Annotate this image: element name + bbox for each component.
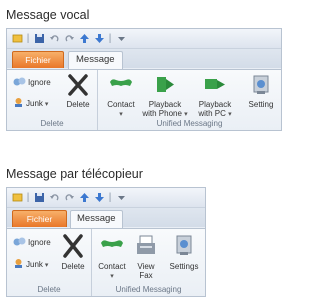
playback-phone-line2: with Phone <box>142 109 182 118</box>
up-arrow-icon[interactable] <box>77 191 91 205</box>
contact-button[interactable]: Contact ▾ <box>95 233 129 281</box>
settings-button[interactable]: Setting <box>241 73 281 109</box>
redo-icon[interactable] <box>62 191 76 205</box>
playback-pc-line2: with PC <box>198 109 226 118</box>
tab-file[interactable]: Fichier <box>12 210 67 227</box>
delete-label: Delete <box>66 100 90 109</box>
playback-phone-line1: Playback <box>148 100 182 109</box>
group-delete: Ignore Junk ▾ Delete Delete <box>7 229 92 296</box>
delete-x-icon <box>62 73 94 99</box>
group-unified-messaging: Contact ▾ Playback with Phone ▾ Playback… <box>98 70 281 130</box>
settings-label: Setting <box>248 100 274 109</box>
app-icon[interactable] <box>10 32 24 46</box>
contact-dropdown-arrow: ▾ <box>110 273 114 280</box>
playback-phone-icon <box>140 73 190 99</box>
ignore-icon <box>13 236 26 249</box>
junk-icon <box>13 258 24 271</box>
playback-phone-button[interactable]: Playback with Phone ▾ <box>140 73 190 119</box>
playback-phone-dropdown-arrow: ▾ <box>184 111 188 118</box>
settings-icon <box>241 73 281 99</box>
app-icon[interactable] <box>10 191 24 205</box>
view-fax-icon <box>131 233 161 261</box>
group-label-delete: Delete <box>40 119 64 128</box>
ignore-button[interactable]: Ignore <box>13 76 51 89</box>
ignore-label: Ignore <box>28 238 51 247</box>
playback-pc-line1: Playback <box>198 100 232 109</box>
save-icon[interactable] <box>32 32 46 46</box>
delete-x-icon <box>57 233 89 261</box>
ribbon-body: Ignore Junk ▾ Delete Delete Contact ▾ Vi… <box>7 228 205 296</box>
ignore-label: Ignore <box>28 78 51 87</box>
delete-button[interactable]: Delete <box>62 73 94 109</box>
quick-access-toolbar: | | <box>7 188 205 208</box>
ribbon-fax-message: | | Fichier Message Ignore Junk ▾ Delete <box>6 187 206 297</box>
junk-label: Junk <box>26 260 43 269</box>
tab-message[interactable]: Message <box>68 51 123 69</box>
contact-label: Contact <box>107 100 135 109</box>
contact-phone-icon <box>95 233 129 261</box>
delete-label: Delete <box>61 262 85 271</box>
junk-button[interactable]: Junk ▾ <box>13 97 48 110</box>
section-title-voice-message: Message vocal <box>6 8 90 22</box>
ribbon-tabs: Fichier Message <box>7 49 281 69</box>
view-fax-line1: View <box>137 262 155 271</box>
undo-icon[interactable] <box>47 32 61 46</box>
ribbon-tabs: Fichier Message <box>7 208 205 228</box>
junk-button[interactable]: Junk ▾ <box>13 258 48 271</box>
playback-pc-button[interactable]: Playback with PC ▾ <box>192 73 238 119</box>
junk-label: Junk <box>26 99 43 108</box>
group-label-unified-messaging: Unified Messaging <box>156 119 223 128</box>
view-fax-line2: Fax <box>139 271 153 280</box>
contact-phone-icon <box>104 73 138 99</box>
group-label-delete: Delete <box>37 285 61 294</box>
group-unified-messaging: Contact ▾ View Fax Settings Unified Mess… <box>92 229 205 296</box>
playback-pc-icon <box>192 73 238 99</box>
quick-access-toolbar: | | <box>7 29 281 49</box>
ignore-icon <box>13 76 26 89</box>
customize-icon[interactable] <box>114 32 128 46</box>
tab-file[interactable]: Fichier <box>12 51 64 68</box>
contact-label: Contact <box>98 262 126 271</box>
ignore-button[interactable]: Ignore <box>13 236 51 249</box>
delete-button[interactable]: Delete <box>57 233 89 271</box>
settings-icon <box>164 233 204 261</box>
junk-icon <box>13 97 24 110</box>
group-label-unified-messaging: Unified Messaging <box>115 285 182 294</box>
down-arrow-icon[interactable] <box>92 32 106 46</box>
view-fax-button[interactable]: View Fax <box>131 233 161 280</box>
playback-pc-dropdown-arrow: ▾ <box>228 111 232 118</box>
save-icon[interactable] <box>32 191 46 205</box>
settings-button[interactable]: Settings <box>164 233 204 271</box>
contact-dropdown-arrow: ▾ <box>119 111 123 118</box>
settings-label: Settings <box>169 262 199 271</box>
undo-icon[interactable] <box>47 191 61 205</box>
ribbon-voice-message: | | Fichier Message Ignore Junk ▾ Delete <box>6 28 282 131</box>
down-arrow-icon[interactable] <box>92 191 106 205</box>
group-delete: Ignore Junk ▾ Delete Delete <box>7 70 98 130</box>
contact-button[interactable]: Contact ▾ <box>104 73 138 119</box>
junk-dropdown-arrow: ▾ <box>44 261 49 269</box>
customize-icon[interactable] <box>114 191 128 205</box>
tab-message[interactable]: Message <box>70 210 123 228</box>
up-arrow-icon[interactable] <box>77 32 91 46</box>
section-title-fax-message: Message par télécopieur <box>6 167 143 181</box>
redo-icon[interactable] <box>62 32 76 46</box>
ribbon-body: Ignore Junk ▾ Delete Delete Contact ▾ Pl… <box>7 69 281 130</box>
junk-dropdown-arrow: ▾ <box>44 100 49 108</box>
